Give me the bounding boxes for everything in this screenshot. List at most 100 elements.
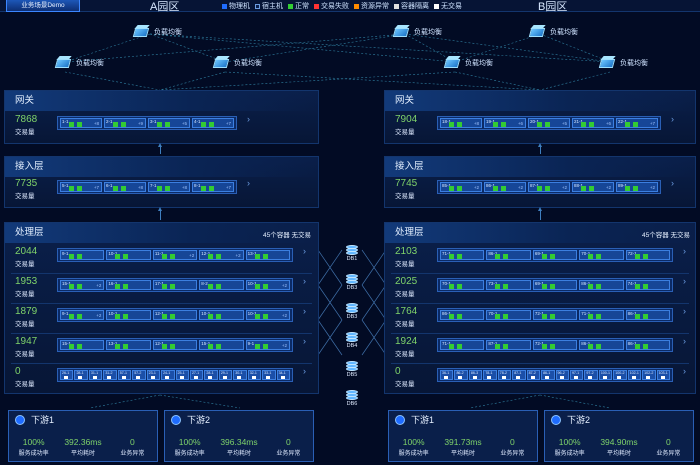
node-strip[interactable]: 15-1 +2 16-1 17-1 8-2 10-1 +2 [57,278,293,292]
chevron-right-icon[interactable]: › [303,366,306,376]
container-node[interactable]: 12-1 [152,340,198,350]
container-node[interactable]: 70-1 [486,310,531,320]
chevron-right-icon[interactable]: › [683,246,686,256]
node-strip[interactable]: 9-1 +2 10-1 12-1 10-1 10-1 +2 [57,308,293,322]
chevron-right-icon[interactable]: › [303,336,306,346]
container-node[interactable]: 86-2 [454,370,468,380]
container-node[interactable]: 10-1 +2 [245,310,291,320]
node-strip[interactable]: 5-1 +7 6-1 +8 7-1 +8 8-1 +7 [57,180,237,194]
container-node[interactable]: 25-1 [175,370,189,380]
node-strip[interactable]: 1-1 +8 2-1 +9 3-1 +5 4-1 +7 [57,116,237,130]
container-node[interactable]: 34-1 [276,370,290,380]
load-balancer[interactable]: 负载均衡 [443,56,493,70]
container-node[interactable]: 10-1 [106,250,151,260]
container-node[interactable]: 15-1 [60,340,105,350]
container-node[interactable]: 86-1 [579,340,624,350]
database[interactable]: DB4 [342,332,362,349]
chevron-right-icon[interactable]: › [671,114,674,124]
container-node[interactable]: 29-1 [218,370,233,380]
container-node[interactable]: 10-1 +2 [245,280,291,290]
container-node[interactable]: 12-1 [152,310,198,320]
container-node[interactable]: 10-1 [106,310,151,320]
container-node[interactable]: 72-1 [532,310,578,320]
database[interactable]: DB5 [342,361,362,378]
container-node[interactable]: 86-1 [541,370,555,380]
container-node[interactable]: 89-1 +2 [616,182,658,192]
container-node[interactable]: 13-1 [245,250,291,260]
downstream-card[interactable]: 下游2 100% 服务成功率 394.90ms 平均耗时 0 业务异常 [544,410,694,462]
container-node[interactable]: 86-3 [468,370,483,380]
container-node[interactable]: 86-1 [579,280,624,290]
container-node[interactable]: 69-1 [532,280,578,290]
container-node[interactable]: 86-1 [625,340,671,350]
node-strip[interactable]: 15-1 13-1 12-1 15-1 9-1 +2 [57,338,293,352]
container-node[interactable]: 71-1 [440,340,485,350]
container-node[interactable]: 8-2 [199,280,244,290]
container-node[interactable]: 31-1 [88,370,103,380]
chevron-right-icon[interactable]: › [683,276,686,286]
node-strip[interactable]: 18-1 +8 19-1 +6 20-1 +5 21-1 +6 22-1 +7 [437,116,661,130]
container-node[interactable]: 57-2 [132,370,146,380]
container-node[interactable]: 24-1 [161,370,175,380]
container-node[interactable]: 96-2 [555,370,569,380]
container-node[interactable]: 71-1 [579,310,624,320]
load-balancer[interactable]: 负载均衡 [54,56,104,70]
container-node[interactable]: 12-1 +2 [199,250,244,260]
container-node[interactable]: 28-1 [74,370,88,380]
container-node[interactable]: 69-1 [532,250,578,260]
container-node[interactable]: 9-1 +2 [60,310,105,320]
container-node[interactable]: 11-1 +2 [152,250,198,260]
container-node[interactable]: 97-2 [584,370,598,380]
load-balancer[interactable]: 负载均衡 [392,25,442,39]
database[interactable]: DB6 [342,390,362,407]
container-node[interactable]: 87-2 [526,370,541,380]
container-node[interactable]: 78-2 [497,370,512,380]
container-node[interactable]: 57-1 [117,370,132,380]
container-node[interactable]: 9-1 [60,250,105,260]
node-strip[interactable]: 26-1 28-1 31-1 31-2 57-1 57-2 23-1 24-1 25-1 27-1… [57,368,293,382]
container-node[interactable]: 85-1 +2 [440,182,482,192]
container-node[interactable]: 2-1 +9 [104,118,146,128]
container-node[interactable]: 70-1 [440,280,485,290]
container-node[interactable]: 87-1 [486,340,531,350]
database[interactable]: DB1 [342,245,362,262]
container-node[interactable]: 86-1 [440,310,485,320]
container-node[interactable]: 72-1 [625,250,671,260]
chevron-right-icon[interactable]: › [303,276,306,286]
container-node[interactable]: 8-1 +7 [192,182,234,192]
container-node[interactable]: 1-1 +8 [60,118,102,128]
container-node[interactable]: 100-2 [613,370,627,380]
chevron-right-icon[interactable]: › [247,178,250,188]
load-balancer[interactable]: 负载均衡 [212,56,262,70]
container-node[interactable]: 20-1 +5 [528,118,570,128]
container-node[interactable]: 86-1 +2 [484,182,526,192]
load-balancer[interactable]: 负载均衡 [528,25,578,39]
node-strip[interactable]: 70-1 73-1 69-1 86-1 74-1 [437,278,673,292]
database[interactable]: DB3 [342,274,362,291]
container-node[interactable]: 73-1 [486,280,531,290]
container-node[interactable]: 86-1 [486,250,531,260]
container-node[interactable]: 27-1 [189,370,204,380]
container-node[interactable]: 33-1 [262,370,276,380]
container-node[interactable]: 28-1 [204,370,218,380]
chevron-right-icon[interactable]: › [671,178,674,188]
downstream-card[interactable]: 下游2 100% 服务成功率 396.34ms 平均耗时 0 业务异常 [164,410,314,462]
container-node[interactable]: 15-1 +2 [60,280,105,290]
container-node[interactable]: 15-1 [199,340,244,350]
container-node[interactable]: 88-1 +2 [572,182,614,192]
node-strip[interactable]: 71-1 86-1 69-1 70-1 72-1 [437,248,673,262]
node-strip[interactable]: 86-1 70-1 72-1 71-1 86-1 [437,308,673,322]
container-node[interactable]: 16-1 [106,280,151,290]
container-node[interactable]: 4-1 +7 [192,118,234,128]
container-node[interactable]: 74-1 [625,280,671,290]
container-node[interactable]: 36-1 [440,370,454,380]
container-node[interactable]: 19-1 +6 [484,118,526,128]
container-node[interactable]: 6-1 +8 [104,182,146,192]
container-node[interactable]: 10-1 [199,310,244,320]
chevron-right-icon[interactable]: › [683,336,686,346]
chevron-right-icon[interactable]: › [683,366,686,376]
container-node[interactable]: 100-1 [598,370,613,380]
container-node[interactable]: 3-1 +5 [148,118,190,128]
downstream-card[interactable]: 下游1 100% 服务成功率 392.36ms 平均耗时 0 业务异常 [8,410,158,462]
node-strip[interactable]: 71-1 87-1 72-1 86-1 86-1 [437,338,673,352]
